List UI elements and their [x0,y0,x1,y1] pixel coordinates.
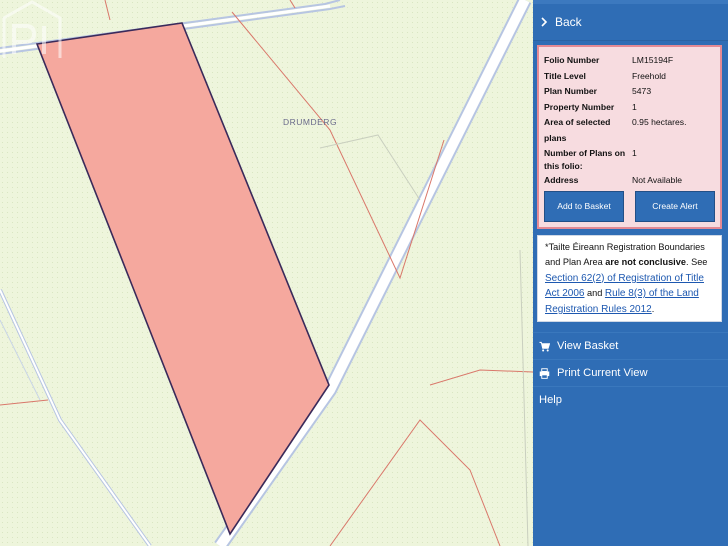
boundary-line-4 [0,399,49,406]
side-panel: Back Folio Number LM15194F Title Level F… [533,0,728,546]
folio-value: Freehold [632,70,666,81]
folio-actions: Add to Basket Create Alert [544,190,715,222]
back-button[interactable]: Back [533,4,728,41]
folio-value: 1 [632,101,637,112]
road-left-inner [0,289,151,546]
folio-row-number-of-plans: Number of Plans on this folio: 1 [544,146,715,173]
notice-bold: are not conclusive [605,257,686,268]
folio-value: LM15194F [632,55,674,65]
boundary-line-2 [319,134,421,201]
folio-row-plan-number: Plan Number 5473 [544,84,715,100]
ppr-logo-watermark-icon [2,0,62,58]
folio-value: 5473 [632,86,652,96]
road-left [0,289,152,546]
chevron-right-icon [541,17,548,27]
boundary-line-7 [289,0,296,9]
view-basket-button[interactable]: View Basket [533,332,728,359]
folio-row-property-number: Property Number 1 [544,100,715,116]
boundary-line-8 [519,249,529,546]
folio-value: Not Available [632,175,683,185]
folio-row-folio-number: Folio Number LM15194F [544,53,715,69]
boundary-line-3 [429,369,533,386]
folio-value: 0.95 hectares. [632,117,687,127]
print-view-label: Print Current View [557,367,648,380]
folio-details-card: Folio Number LM15194F Title Level Freeho… [537,45,722,229]
notice-text: . See [685,257,708,268]
folio-label: Plan Number [544,86,598,96]
back-label: Back [555,15,582,29]
print-current-view-button[interactable]: Print Current View [533,359,728,386]
folio-label: Number of Plans on this folio: [544,148,626,171]
add-to-basket-button[interactable]: Add to Basket [544,190,624,222]
folio-value: 1 [632,148,637,158]
folio-row-area: Area of selected plans 0.95 hectares. [544,115,715,146]
boundary-line-6 [104,0,111,21]
folio-label: Area of selected plans [544,117,611,143]
townland-label: DRUMDERG [283,117,338,127]
folio-label: Title Level [544,70,586,81]
map-layer [0,0,533,546]
map-canvas[interactable]: DRUMDERG [0,0,533,546]
cart-icon [539,341,550,352]
folio-row-address: Address Not Available [544,173,715,189]
boundary-line-5 [329,419,501,546]
printer-icon [539,368,550,379]
notice-text: . [651,303,655,314]
folio-label: Folio Number [544,55,600,65]
folio-label: Property Number [544,101,615,112]
help-label: Help [539,394,563,407]
view-basket-label: View Basket [557,340,619,353]
create-alert-button[interactable]: Create Alert [635,190,715,222]
folio-row-title-level: Title Level Freehold [544,69,715,85]
notice-text: and [584,288,605,299]
registration-notice: *Tailte Éireann Registration Boundaries … [537,234,722,323]
folio-label: Address [544,175,579,185]
help-button[interactable]: Help [533,386,728,413]
